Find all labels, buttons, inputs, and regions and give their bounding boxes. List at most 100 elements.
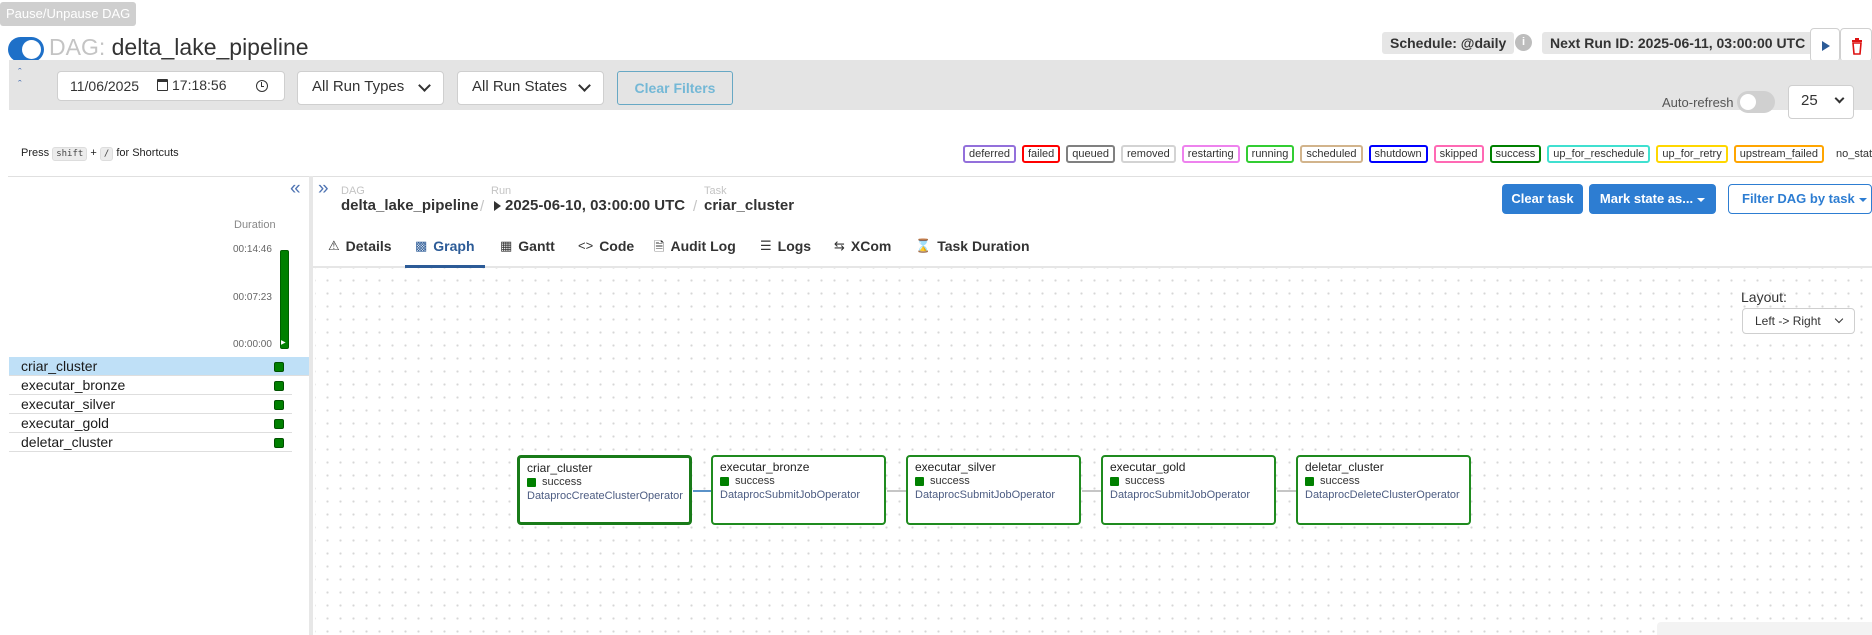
auto-refresh-toggle[interactable] — [1737, 91, 1775, 113]
node-state: success — [1305, 475, 1462, 487]
graph-scrollbar[interactable] — [1657, 622, 1872, 635]
legend-state-upstream_failed[interactable]: upstream_failed — [1733, 145, 1824, 163]
breadcrumb-task[interactable]: criar_cluster — [704, 197, 794, 214]
legend-state-deferred[interactable]: deferred — [963, 145, 1016, 163]
node-state-label: success — [542, 476, 582, 488]
breadcrumb-dag[interactable]: delta_lake_pipeline — [341, 197, 479, 214]
graph-canvas[interactable] — [315, 268, 1872, 635]
base-time-value: 17:18:56 — [172, 77, 227, 93]
code-icon: <> — [578, 238, 594, 253]
breadcrumb-separator: / — [693, 198, 698, 215]
task-row[interactable]: executar_gold — [9, 414, 292, 433]
mark-state-button[interactable]: Mark state as... — [1589, 184, 1716, 214]
task-row[interactable]: criar_cluster — [9, 357, 309, 376]
node-state: success — [720, 475, 877, 487]
breadcrumb-dag-label: DAG — [341, 185, 365, 197]
trigger-dag-button[interactable] — [1810, 28, 1840, 62]
legend-state-up_for_reschedule[interactable]: up_for_reschedule — [1547, 145, 1651, 163]
shortcuts-prefix: Press — [21, 147, 50, 159]
dag-title: DAG: delta_lake_pipeline — [49, 34, 309, 61]
tab-gantt[interactable]: ▦ Gantt — [490, 238, 565, 268]
task-instance-status[interactable] — [274, 381, 284, 391]
collapse-grid-icon[interactable]: « — [290, 178, 301, 200]
calendar-icon[interactable] — [157, 79, 168, 91]
tab-details[interactable]: ⚠ Details — [318, 238, 402, 268]
clear-filters-button[interactable]: Clear Filters — [617, 71, 733, 105]
task-row[interactable]: deletar_cluster — [9, 433, 292, 452]
graph-node-executar-bronze[interactable]: executar_bronze success DataprocSubmitJobO… — [711, 455, 886, 525]
tab-task-duration[interactable]: ⌛ Task Duration — [905, 238, 1040, 268]
next-run-badge: Next Run ID: 2025-06-11, 03:00:00 UTC — [1542, 32, 1814, 54]
tab-label: Audit Log — [670, 238, 736, 254]
node-task-name: deletar_cluster — [1305, 460, 1384, 474]
tab-code[interactable]: <> Code — [568, 238, 644, 268]
tab-logs[interactable]: ☰ Logs — [750, 238, 821, 268]
legend-state-up_for_retry[interactable]: up_for_retry — [1656, 145, 1728, 163]
page-size-select[interactable]: 25 — [1788, 85, 1854, 119]
legend-state-shutdown[interactable]: shutdown — [1368, 145, 1428, 163]
node-operator: DataprocCreateClusterOperator — [527, 490, 683, 502]
task-row[interactable]: executar_bronze — [9, 376, 292, 395]
breadcrumb-separator: / — [480, 198, 485, 215]
state-square-icon — [1305, 476, 1314, 486]
tab-audit-log[interactable]: 🗎 Audit Log — [644, 238, 746, 268]
gantt-icon: ▦ — [500, 238, 513, 253]
node-task-name: executar_gold — [1110, 460, 1186, 474]
task-instance-status[interactable] — [274, 419, 284, 429]
graph-node-executar-gold[interactable]: executar_gold success DataprocSubmitJobOpe… — [1101, 455, 1276, 525]
panel-splitter[interactable] — [309, 176, 313, 635]
run-duration-bar[interactable] — [280, 250, 289, 349]
filter-bar — [9, 60, 1872, 110]
graph-node-executar-silver[interactable]: executar_silver success DataprocSubmitJobO… — [906, 455, 1081, 525]
graph-node-criar-cluster[interactable]: criar_cluster success DataprocCreateCluste… — [517, 455, 692, 525]
node-task-name: executar_bronze — [720, 460, 810, 474]
task-row[interactable]: executar_silver — [9, 395, 292, 414]
task-name: executar_silver — [21, 396, 116, 412]
task-instance-status[interactable] — [274, 362, 284, 372]
layout-label: Layout: — [1741, 289, 1787, 305]
tab-label: Details — [345, 238, 392, 254]
info-icon[interactable]: i — [1515, 34, 1532, 51]
pause-tooltip: Pause/Unpause DAG — [0, 2, 137, 26]
tab-label: XCom — [850, 238, 892, 254]
duration-tick-mid: 00:07:23 — [233, 292, 272, 303]
task-instance-status[interactable] — [274, 438, 284, 448]
filter-dag-button[interactable]: Filter DAG by task — [1728, 184, 1872, 214]
node-state-label: success — [1320, 475, 1360, 487]
tab-graph[interactable]: ▩ Graph — [405, 238, 485, 268]
base-date-input[interactable]: 11/06/2025 — [57, 71, 285, 101]
layout-select[interactable]: Left -> Right — [1742, 308, 1855, 334]
collapse-header-icon[interactable]: ˆˆ — [18, 67, 22, 91]
graph-node-deletar-cluster[interactable]: deletar_cluster success DataprocDeleteClus… — [1296, 455, 1471, 525]
legend-state-queued[interactable]: queued — [1066, 145, 1115, 163]
state-square-icon — [720, 476, 729, 486]
expand-grid-icon[interactable]: » — [318, 178, 329, 200]
legend-state-restarting[interactable]: restarting — [1181, 145, 1240, 163]
task-instance-status[interactable] — [274, 400, 284, 410]
run-state-value: All Run States — [472, 78, 568, 95]
legend-state-success[interactable]: success — [1489, 145, 1542, 163]
legend-state-no_status[interactable]: no_status — [1830, 145, 1872, 163]
delete-dag-button[interactable] — [1840, 28, 1872, 62]
tab-xcom[interactable]: ⇆ XCom — [824, 238, 901, 268]
run-state-select[interactable]: All Run States — [457, 71, 604, 105]
legend-state-skipped[interactable]: skipped — [1433, 145, 1484, 163]
graph-edge — [1277, 490, 1296, 492]
task-name: criar_cluster — [21, 358, 98, 374]
auto-refresh-label: Auto-refresh — [1662, 95, 1734, 110]
node-task-name: criar_cluster — [527, 461, 593, 475]
breadcrumb-run[interactable]: 2025-06-10, 03:00:00 UTC — [494, 197, 685, 214]
chevron-down-icon — [1834, 314, 1844, 324]
audit-icon: 🗎 — [654, 239, 665, 254]
task-name: deletar_cluster — [21, 434, 113, 450]
legend-state-running[interactable]: running — [1245, 145, 1295, 163]
clear-task-button[interactable]: Clear task — [1502, 184, 1583, 214]
legend-state-scheduled[interactable]: scheduled — [1300, 145, 1363, 163]
run-type-select[interactable]: All Run Types — [297, 71, 444, 105]
shift-key: shift — [52, 147, 88, 161]
pause-dag-toggle[interactable] — [8, 37, 44, 62]
clock-icon[interactable] — [256, 80, 268, 92]
legend-state-removed[interactable]: removed — [1121, 145, 1176, 163]
legend-state-failed[interactable]: failed — [1021, 145, 1061, 163]
base-date-value: 11/06/2025 — [70, 78, 140, 94]
